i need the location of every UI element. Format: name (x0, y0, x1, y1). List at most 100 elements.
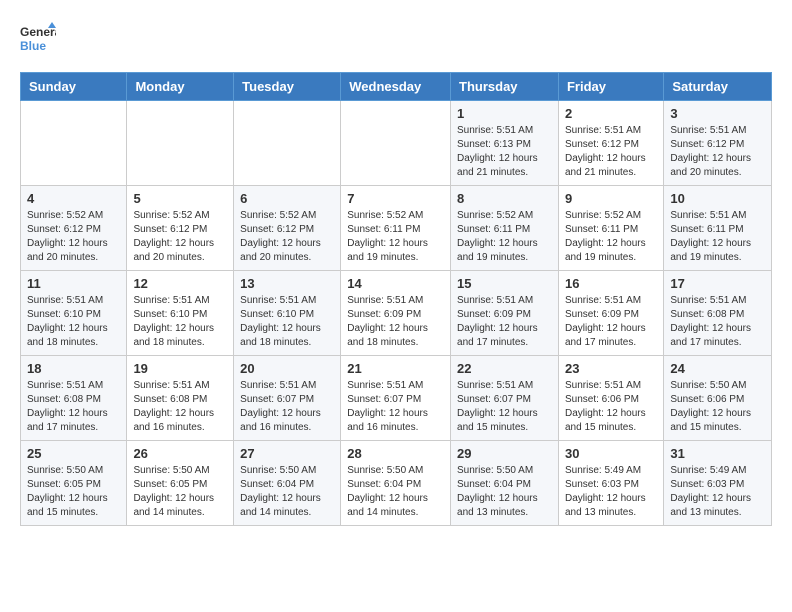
day-number: 25 (27, 446, 120, 461)
day-info: Sunrise: 5:52 AM Sunset: 6:12 PM Dayligh… (133, 209, 227, 265)
day-number: 2 (565, 106, 657, 121)
calendar-cell: 25 Sunrise: 5:50 AM Sunset: 6:05 PM Dayli… (21, 441, 127, 526)
calendar-week-row: 18 Sunrise: 5:51 AM Sunset: 6:08 PM Dayli… (21, 356, 772, 441)
calendar-cell: 29 Sunrise: 5:50 AM Sunset: 6:04 PM Dayli… (451, 441, 559, 526)
day-number: 19 (133, 361, 227, 376)
calendar-cell: 27 Sunrise: 5:50 AM Sunset: 6:04 PM Dayli… (234, 441, 341, 526)
day-info: Sunrise: 5:50 AM Sunset: 6:04 PM Dayligh… (240, 464, 334, 520)
day-number: 3 (670, 106, 765, 121)
day-info: Sunrise: 5:52 AM Sunset: 6:11 PM Dayligh… (457, 209, 552, 265)
page-header: General Blue (20, 20, 772, 56)
day-of-week-header: Wednesday (341, 73, 451, 101)
calendar-cell (234, 101, 341, 186)
day-info: Sunrise: 5:51 AM Sunset: 6:09 PM Dayligh… (347, 294, 444, 350)
day-number: 29 (457, 446, 552, 461)
day-info: Sunrise: 5:51 AM Sunset: 6:10 PM Dayligh… (133, 294, 227, 350)
day-info: Sunrise: 5:51 AM Sunset: 6:08 PM Dayligh… (27, 379, 120, 435)
day-info: Sunrise: 5:50 AM Sunset: 6:04 PM Dayligh… (457, 464, 552, 520)
calendar-cell: 12 Sunrise: 5:51 AM Sunset: 6:10 PM Dayli… (127, 271, 234, 356)
logo-icon: General Blue (20, 20, 56, 56)
day-info: Sunrise: 5:51 AM Sunset: 6:12 PM Dayligh… (565, 124, 657, 180)
day-of-week-header: Friday (558, 73, 663, 101)
calendar-cell (127, 101, 234, 186)
day-number: 16 (565, 276, 657, 291)
calendar-cell: 1Sunrise: 5:51 AM Sunset: 6:13 PM Daylig… (451, 101, 559, 186)
calendar-cell: 15 Sunrise: 5:51 AM Sunset: 6:09 PM Dayli… (451, 271, 559, 356)
day-info: Sunrise: 5:52 AM Sunset: 6:11 PM Dayligh… (565, 209, 657, 265)
day-number: 7 (347, 191, 444, 206)
calendar-cell: 6 Sunrise: 5:52 AM Sunset: 6:12 PM Daylig… (234, 186, 341, 271)
day-number: 18 (27, 361, 120, 376)
calendar-cell: 2 Sunrise: 5:51 AM Sunset: 6:12 PM Daylig… (558, 101, 663, 186)
calendar-cell: 14 Sunrise: 5:51 AM Sunset: 6:09 PM Dayli… (341, 271, 451, 356)
day-of-week-header: Tuesday (234, 73, 341, 101)
day-info: Sunrise: 5:51 AM Sunset: 6:10 PM Dayligh… (240, 294, 334, 350)
day-info: Sunrise: 5:52 AM Sunset: 6:12 PM Dayligh… (240, 209, 334, 265)
day-info: Sunrise: 5:51 AM Sunset: 6:10 PM Dayligh… (27, 294, 120, 350)
day-info: Sunrise: 5:51 AM Sunset: 6:08 PM Dayligh… (133, 379, 227, 435)
calendar-week-row: 11 Sunrise: 5:51 AM Sunset: 6:10 PM Dayli… (21, 271, 772, 356)
day-number: 6 (240, 191, 334, 206)
day-number: 21 (347, 361, 444, 376)
day-info: Sunrise: 5:51 AM Sunset: 6:09 PM Dayligh… (565, 294, 657, 350)
day-of-week-header: Monday (127, 73, 234, 101)
day-number: 5 (133, 191, 227, 206)
calendar-cell: 13 Sunrise: 5:51 AM Sunset: 6:10 PM Dayli… (234, 271, 341, 356)
calendar-cell: 5 Sunrise: 5:52 AM Sunset: 6:12 PM Daylig… (127, 186, 234, 271)
calendar-cell: 26Sunrise: 5:50 AM Sunset: 6:05 PM Dayli… (127, 441, 234, 526)
calendar-cell: 23Sunrise: 5:51 AM Sunset: 6:06 PM Dayli… (558, 356, 663, 441)
day-of-week-header: Thursday (451, 73, 559, 101)
calendar-cell: 3Sunrise: 5:51 AM Sunset: 6:12 PM Daylig… (664, 101, 772, 186)
calendar-week-row: 1Sunrise: 5:51 AM Sunset: 6:13 PM Daylig… (21, 101, 772, 186)
day-number: 26 (133, 446, 227, 461)
day-info: Sunrise: 5:49 AM Sunset: 6:03 PM Dayligh… (565, 464, 657, 520)
day-info: Sunrise: 5:51 AM Sunset: 6:09 PM Dayligh… (457, 294, 552, 350)
day-info: Sunrise: 5:49 AM Sunset: 6:03 PM Dayligh… (670, 464, 765, 520)
day-info: Sunrise: 5:52 AM Sunset: 6:12 PM Dayligh… (27, 209, 120, 265)
calendar-cell (21, 101, 127, 186)
day-number: 12 (133, 276, 227, 291)
day-number: 28 (347, 446, 444, 461)
day-info: Sunrise: 5:51 AM Sunset: 6:07 PM Dayligh… (240, 379, 334, 435)
calendar-cell: 7Sunrise: 5:52 AM Sunset: 6:11 PM Daylig… (341, 186, 451, 271)
calendar-cell: 22 Sunrise: 5:51 AM Sunset: 6:07 PM Dayli… (451, 356, 559, 441)
calendar-cell: 21Sunrise: 5:51 AM Sunset: 6:07 PM Dayli… (341, 356, 451, 441)
calendar-week-row: 25 Sunrise: 5:50 AM Sunset: 6:05 PM Dayli… (21, 441, 772, 526)
day-number: 13 (240, 276, 334, 291)
day-number: 15 (457, 276, 552, 291)
day-info: Sunrise: 5:51 AM Sunset: 6:13 PM Dayligh… (457, 124, 552, 180)
calendar-cell: 9 Sunrise: 5:52 AM Sunset: 6:11 PM Daylig… (558, 186, 663, 271)
day-number: 22 (457, 361, 552, 376)
day-number: 24 (670, 361, 765, 376)
day-number: 8 (457, 191, 552, 206)
day-info: Sunrise: 5:50 AM Sunset: 6:06 PM Dayligh… (670, 379, 765, 435)
day-number: 11 (27, 276, 120, 291)
day-number: 4 (27, 191, 120, 206)
calendar-cell: 8 Sunrise: 5:52 AM Sunset: 6:11 PM Daylig… (451, 186, 559, 271)
calendar-cell: 28 Sunrise: 5:50 AM Sunset: 6:04 PM Dayli… (341, 441, 451, 526)
calendar-cell: 20Sunrise: 5:51 AM Sunset: 6:07 PM Dayli… (234, 356, 341, 441)
calendar-cell: 11 Sunrise: 5:51 AM Sunset: 6:10 PM Dayli… (21, 271, 127, 356)
day-number: 30 (565, 446, 657, 461)
calendar-cell: 19 Sunrise: 5:51 AM Sunset: 6:08 PM Dayli… (127, 356, 234, 441)
calendar-cell: 30 Sunrise: 5:49 AM Sunset: 6:03 PM Dayli… (558, 441, 663, 526)
days-of-week-row: SundayMondayTuesdayWednesdayThursdayFrid… (21, 73, 772, 101)
day-number: 14 (347, 276, 444, 291)
day-number: 31 (670, 446, 765, 461)
day-info: Sunrise: 5:50 AM Sunset: 6:04 PM Dayligh… (347, 464, 444, 520)
calendar-cell: 24 Sunrise: 5:50 AM Sunset: 6:06 PM Dayli… (664, 356, 772, 441)
day-number: 9 (565, 191, 657, 206)
calendar-table: SundayMondayTuesdayWednesdayThursdayFrid… (20, 72, 772, 526)
calendar-cell: 10Sunrise: 5:51 AM Sunset: 6:11 PM Dayli… (664, 186, 772, 271)
day-info: Sunrise: 5:51 AM Sunset: 6:07 PM Dayligh… (457, 379, 552, 435)
day-number: 27 (240, 446, 334, 461)
day-info: Sunrise: 5:50 AM Sunset: 6:05 PM Dayligh… (27, 464, 120, 520)
calendar-week-row: 4 Sunrise: 5:52 AM Sunset: 6:12 PM Daylig… (21, 186, 772, 271)
calendar-cell: 31 Sunrise: 5:49 AM Sunset: 6:03 PM Dayli… (664, 441, 772, 526)
calendar-cell: 4 Sunrise: 5:52 AM Sunset: 6:12 PM Daylig… (21, 186, 127, 271)
day-info: Sunrise: 5:51 AM Sunset: 6:08 PM Dayligh… (670, 294, 765, 350)
day-of-week-header: Sunday (21, 73, 127, 101)
day-info: Sunrise: 5:51 AM Sunset: 6:06 PM Dayligh… (565, 379, 657, 435)
day-info: Sunrise: 5:51 AM Sunset: 6:11 PM Dayligh… (670, 209, 765, 265)
logo: General Blue (20, 20, 60, 56)
